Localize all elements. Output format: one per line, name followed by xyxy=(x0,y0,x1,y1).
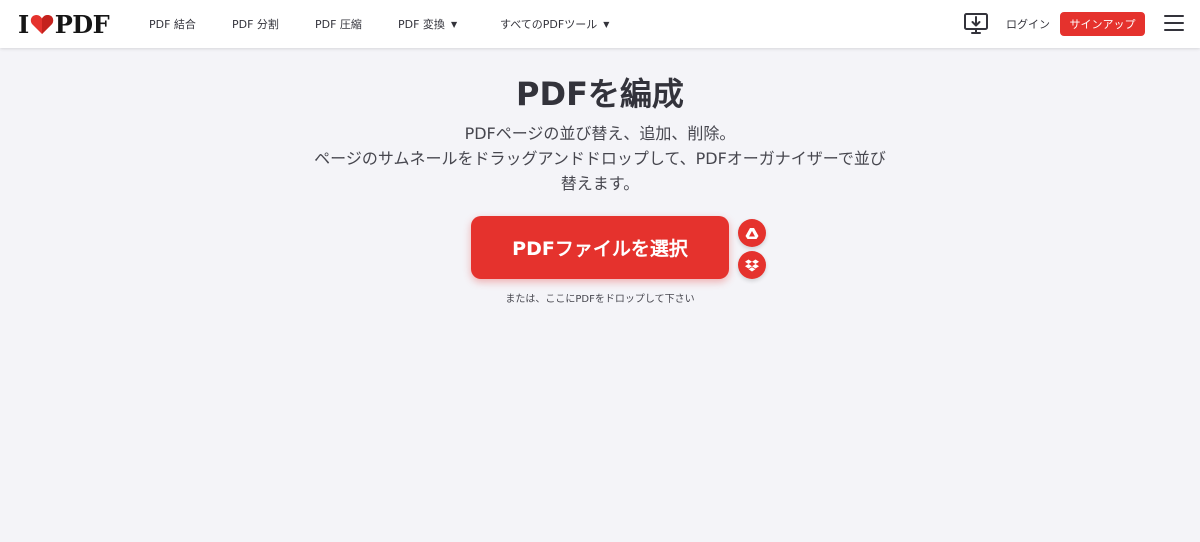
hamburger-menu-icon[interactable] xyxy=(1164,15,1184,33)
ilovepdf-logo[interactable]: I PDF xyxy=(18,9,110,39)
logo-text-left: I xyxy=(18,9,29,39)
menu-bar xyxy=(1164,22,1184,24)
drop-hint-text: または、ここにPDFをドロップして下さい xyxy=(505,294,695,305)
subtitle-line: 替えます。 xyxy=(560,174,640,193)
menu-bar xyxy=(1164,29,1184,31)
logo-text-right: PDF xyxy=(54,9,110,39)
nav-label: PDF 分割 xyxy=(232,18,279,31)
nav-split-pdf[interactable]: PDF 分割 xyxy=(232,16,279,32)
caret-down-icon: ▼ xyxy=(603,19,610,29)
nav-convert-pdf[interactable]: PDF 変換 ▼ xyxy=(398,16,457,32)
google-drive-button[interactable] xyxy=(738,219,766,247)
nav-compress-pdf[interactable]: PDF 圧縮 xyxy=(315,16,362,32)
nav-label: すべてのPDFツール xyxy=(500,18,598,31)
caret-down-icon: ▼ xyxy=(450,19,458,29)
login-link[interactable]: ログイン xyxy=(1006,16,1050,32)
page-title: PDFを編成 xyxy=(516,75,684,113)
page-subtitle: PDFページの並び替え、追加、削除。 ページのサムネールをドラッグアンドドロップ… xyxy=(285,121,915,196)
select-pdf-button[interactable]: PDFファイルを選択 xyxy=(471,216,729,279)
desktop-download-icon[interactable] xyxy=(963,12,989,36)
menu-bar xyxy=(1164,15,1184,17)
nav-merge-pdf[interactable]: PDF 結合 xyxy=(149,16,196,32)
dropbox-button[interactable] xyxy=(738,251,766,279)
dropbox-icon xyxy=(745,259,759,271)
nav-label: PDF 結合 xyxy=(149,18,196,31)
signup-button[interactable]: サインアップ xyxy=(1060,12,1145,36)
nav-label: PDF 変換 xyxy=(398,18,445,31)
heart-logo-icon xyxy=(30,14,53,34)
google-drive-icon xyxy=(745,227,759,239)
subtitle-line: PDFページの並び替え、追加、削除。 xyxy=(464,124,736,143)
nav-all-tools[interactable]: すべてのPDFツール ▼ xyxy=(500,16,609,32)
subtitle-line: ページのサムネールをドラッグアンドドロップして、PDFオーガナイザーで並び xyxy=(314,149,886,168)
nav-label: PDF 圧縮 xyxy=(315,18,362,31)
top-navbar: I PDF PDF 結合 PDF 分割 PDF 圧縮 PDF 変換 ▼ すべての… xyxy=(0,0,1200,48)
